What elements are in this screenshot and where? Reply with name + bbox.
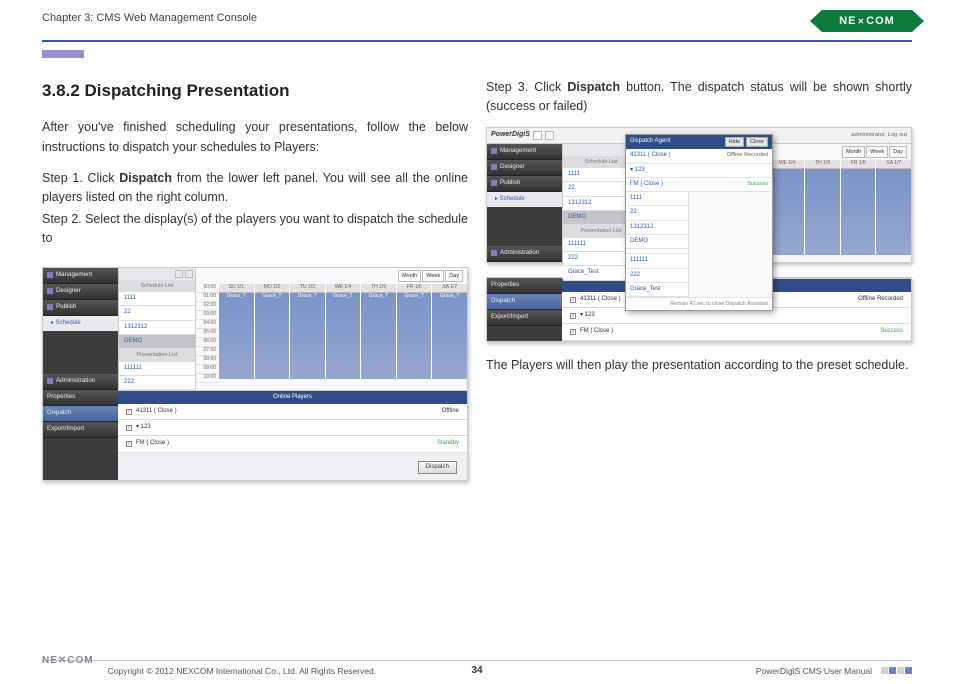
list-item[interactable]: 1111 [119, 292, 195, 306]
footer-logo: NE✕COM [42, 655, 94, 666]
step-3: Step 3. Click Dispatch button. The dispa… [486, 78, 912, 117]
section-heading: 3.8.2 Dispatching Presentation [42, 78, 468, 104]
player-row[interactable]: FM ( Close )Standby [118, 436, 467, 452]
nav-schedule[interactable]: ▸ Schedule [43, 316, 118, 331]
nav-management[interactable]: Management [487, 144, 562, 160]
page-number: 34 [471, 665, 482, 676]
step-1: Step 1. Click Dispatch from the lower le… [42, 169, 468, 208]
step-2: Step 2. Select the display(s) of the pla… [42, 210, 468, 249]
list-item[interactable]: 222 [119, 376, 195, 390]
hide-button[interactable]: Hide [725, 137, 744, 148]
nav-dispatch[interactable]: Dispatch [43, 406, 118, 422]
view-week-button[interactable]: Week [422, 270, 444, 283]
screenshot-dispatch-step1: Management Designer Publish ▸ Schedule A… [42, 267, 468, 481]
dialog-footer: Remain 41 sec to close Dispatch Assistan… [626, 297, 772, 310]
nav-publish[interactable]: Publish [43, 300, 118, 316]
checkbox-icon[interactable] [126, 425, 132, 431]
nav-schedule[interactable]: ▸ Schedule [487, 192, 562, 207]
online-players-header: Online Players [118, 391, 467, 404]
left-sidebar: Management Designer Publish ▸ Schedule A… [43, 268, 118, 390]
view-week-button[interactable]: Week [866, 146, 888, 159]
nav-exportimport[interactable]: Export/Import [487, 310, 562, 326]
player-row[interactable]: ▾ 123 [118, 420, 467, 436]
nav-administration[interactable]: Administration [43, 374, 118, 390]
nexcom-logo: NE✕COM [822, 10, 912, 32]
nav-designer[interactable]: Designer [43, 284, 118, 300]
footer-squares-icon [880, 667, 912, 674]
closing-paragraph: The Players will then play the presentat… [486, 356, 912, 375]
accent-bar [42, 50, 84, 58]
nav-management[interactable]: Management [43, 268, 118, 284]
dispatch-agent-dialog: Dispatch Agent Hide Close 41311 ( Close … [625, 134, 773, 312]
view-day-button[interactable]: Day [889, 146, 907, 159]
view-day-button[interactable]: Day [445, 270, 463, 283]
nav-designer[interactable]: Designer [487, 160, 562, 176]
nav-dispatch[interactable]: Dispatch [487, 294, 562, 310]
nav-properties[interactable]: Properties [43, 390, 118, 406]
list-item[interactable]: 22 [119, 306, 195, 320]
toolbar-icon[interactable] [533, 131, 542, 140]
list-item[interactable]: DEMO [119, 335, 195, 349]
dispatch-button[interactable]: Dispatch [418, 461, 457, 474]
list-item[interactable]: 1312312 [119, 321, 195, 335]
view-month-button[interactable]: Month [842, 146, 865, 159]
list-item[interactable]: 111111 [119, 362, 195, 376]
screenshot-dispatch-modal: PowerDigiS administrator, Log out Manage… [486, 127, 912, 263]
schedule-list-header: Schedule List [119, 280, 195, 293]
toolbar-icon[interactable] [545, 131, 554, 140]
nav-properties[interactable]: Properties [487, 278, 562, 294]
player-row[interactable]: 41311 ( Close )Offline [118, 404, 467, 420]
view-month-button[interactable]: Month [398, 270, 421, 283]
copyright: Copyright © 2012 NEXCOM International Co… [108, 666, 376, 676]
nav-administration[interactable]: Administration [487, 246, 562, 262]
presentation-list-header: Presentation List [119, 349, 195, 362]
checkbox-icon[interactable] [126, 409, 132, 415]
dialog-title: Dispatch Agent [630, 137, 670, 146]
user-label[interactable]: administrator, Log out [851, 131, 907, 140]
chapter-title: Chapter 3: CMS Web Management Console [42, 12, 257, 24]
player-row[interactable]: FM ( Close )Success [562, 324, 911, 340]
nav-exportimport[interactable]: Export/Import [43, 422, 118, 438]
intro-paragraph: After you've finished scheduling your pr… [42, 118, 468, 157]
product-logo: PowerDigiS [491, 130, 530, 141]
close-button[interactable]: Close [746, 137, 768, 148]
manual-name: PowerDigiS CMS User Manual [756, 666, 872, 676]
checkbox-icon[interactable] [126, 441, 132, 447]
nav-publish[interactable]: Publish [487, 176, 562, 192]
